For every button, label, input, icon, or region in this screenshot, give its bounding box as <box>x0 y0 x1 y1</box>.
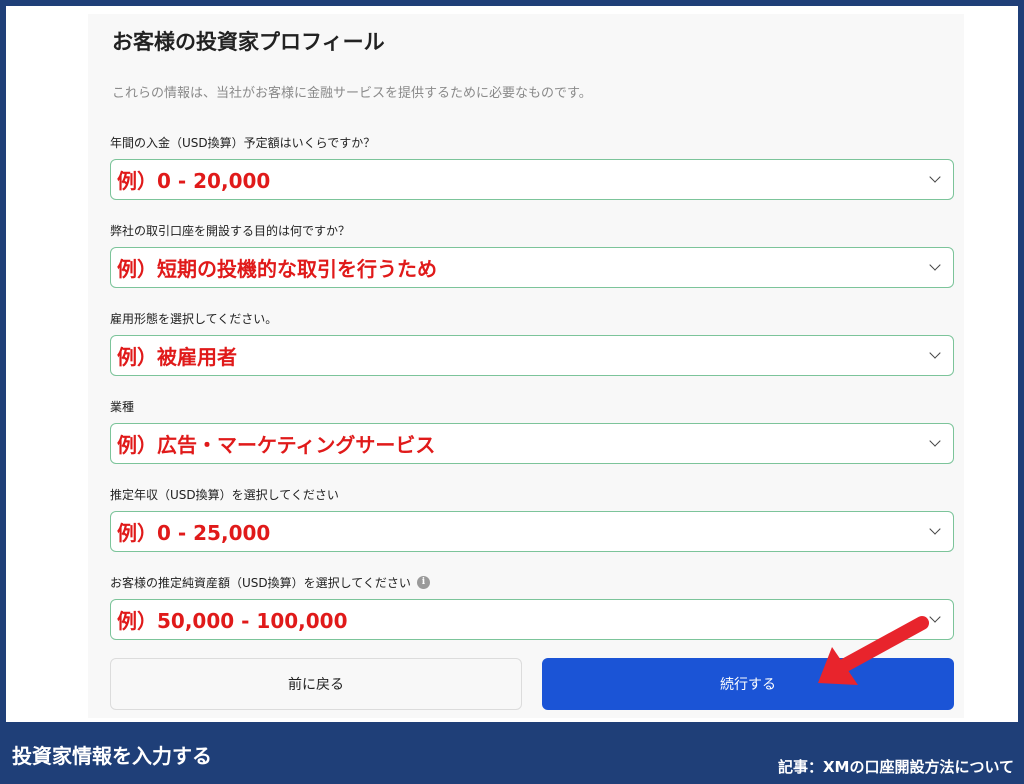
back-button[interactable]: 前に戻る <box>110 658 522 710</box>
caption-article-link: 記事：XMの口座開設方法について <box>777 758 1014 776</box>
chevron-down-icon <box>929 171 941 183</box>
caption-title: 投資家情報を入力する <box>12 744 212 768</box>
chevron-down-icon <box>929 259 941 271</box>
select-value: 例）50,000 - 100,000 <box>117 609 348 633</box>
annual-deposit-field: 年間の入金（USD換算）予定額はいくらですか？ 例）0 - 20,000 <box>110 132 954 200</box>
field-label: 年間の入金（USD換算）予定額はいくらですか？ <box>110 135 376 150</box>
field-label: お客様の推定純資産額（USD換算）を選択してください i <box>110 572 954 592</box>
select-value: 例）短期の投機的な取引を行うため <box>117 257 437 281</box>
field-label: 弊社の取引口座を開設する目的は何ですか？ <box>110 223 351 238</box>
annual-deposit-select[interactable]: 例）0 - 20,000 <box>110 159 954 200</box>
field-label: 雇用形態を選択してください。 <box>110 311 278 326</box>
chevron-down-icon <box>929 523 941 535</box>
employment-status-select[interactable]: 例）被雇用者 <box>110 335 954 376</box>
screenshot-frame: お客様の投資家プロフィール これらの情報は、当社がお客様に金融サービスを提供する… <box>6 6 1018 722</box>
select-value: 例）0 - 25,000 <box>117 521 271 545</box>
annual-income-select[interactable]: 例）0 - 25,000 <box>110 511 954 552</box>
field-label: 推定年収（USD換算）を選択してください <box>110 487 339 502</box>
chevron-down-icon <box>929 435 941 447</box>
info-icon[interactable]: i <box>416 575 430 589</box>
select-value: 例）広告・マーケティングサービス <box>117 433 436 457</box>
annual-income-field: 推定年収（USD換算）を選択してください 例）0 - 25,000 <box>110 484 954 552</box>
industry-select[interactable]: 例）広告・マーケティングサービス <box>110 423 954 464</box>
form-description: これらの情報は、当社がお客様に金融サービスを提供するために必要なものです。 <box>112 86 592 101</box>
chevron-down-icon <box>929 347 941 359</box>
field-label: 業種 <box>110 399 135 414</box>
select-value: 例）被雇用者 <box>117 345 237 369</box>
account-purpose-select[interactable]: 例）短期の投機的な取引を行うため <box>110 247 954 288</box>
industry-field: 業種 例）広告・マーケティングサービス <box>110 396 954 464</box>
arrow-icon <box>818 616 929 685</box>
employment-status-field: 雇用形態を選択してください。 例）被雇用者 <box>110 308 954 376</box>
account-purpose-field: 弊社の取引口座を開設する目的は何ですか？ 例）短期の投機的な取引を行うため <box>110 220 954 288</box>
form-title: お客様の投資家プロフィール <box>112 30 385 54</box>
select-value: 例）0 - 20,000 <box>117 169 271 193</box>
